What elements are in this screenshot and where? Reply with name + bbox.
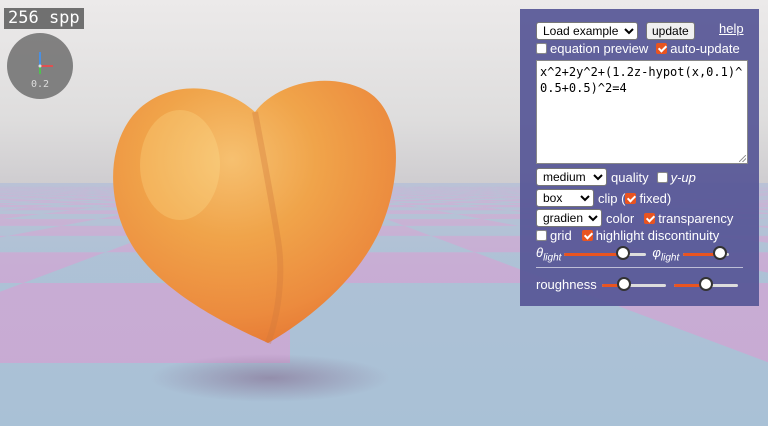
slider-thumb[interactable] xyxy=(713,246,728,261)
theta-light-label: θlight xyxy=(536,245,562,264)
load-example-select[interactable]: Load example... xyxy=(536,22,638,40)
color-select[interactable]: gradient xyxy=(536,209,602,227)
auto-update-label: auto-update xyxy=(670,41,740,56)
highlight-discontinuity-label: highlight discontinuity xyxy=(595,228,720,243)
clip-label-close: ) xyxy=(666,190,672,206)
auto-update-checkbox[interactable] xyxy=(656,43,668,54)
panel-divider xyxy=(536,267,743,268)
equation-preview-checkbox[interactable] xyxy=(536,43,547,54)
slider-thumb[interactable] xyxy=(698,276,713,291)
theta-light-slider[interactable] xyxy=(564,246,647,261)
slider-thumb[interactable] xyxy=(617,276,632,291)
equation-text: x^2+2y^2+(1.2z-hypot(x,0.1)^0.5+0.5)^2=4 xyxy=(540,65,743,95)
y-up-checkbox[interactable] xyxy=(656,171,668,183)
equation-preview-label: equation preview xyxy=(550,41,649,56)
gizmo-scale-label: 0.2 xyxy=(30,79,50,90)
help-link[interactable]: help xyxy=(719,21,744,36)
roughness-secondary-slider[interactable] xyxy=(673,276,738,292)
color-label: color xyxy=(606,210,635,226)
transparency-label: transparency xyxy=(658,210,734,226)
phi-light-label: φlight xyxy=(652,245,680,264)
axis-gizmo[interactable]: 0.2 xyxy=(7,33,73,99)
highlight-discontinuity-checkbox[interactable] xyxy=(581,230,593,241)
roughness-slider[interactable] xyxy=(601,276,666,292)
fixed-checkbox[interactable] xyxy=(625,192,637,204)
slider-thumb[interactable] xyxy=(616,246,631,261)
grid-checkbox[interactable] xyxy=(536,230,547,241)
equation-textarea[interactable]: x^2+2y^2+(1.2z-hypot(x,0.1)^0.5+0.5)^2=4 xyxy=(536,60,748,164)
resize-grip-icon[interactable] xyxy=(739,155,746,162)
quality-select[interactable]: medium xyxy=(536,168,607,186)
y-up-label: y-up xyxy=(670,169,696,185)
grid-label: grid xyxy=(550,228,572,243)
roughness-label: roughness xyxy=(536,277,597,292)
clip-select[interactable]: box xyxy=(536,189,594,207)
update-button[interactable]: update xyxy=(646,22,695,40)
clip-label: clip ( xyxy=(598,190,626,206)
transparency-checkbox[interactable] xyxy=(644,212,656,224)
control-panel: Load example... update help equation pre… xyxy=(520,9,759,306)
quality-label: quality xyxy=(611,169,649,185)
phi-light-slider[interactable] xyxy=(683,246,730,261)
samples-per-pixel-counter: 256 spp xyxy=(4,8,84,29)
fixed-label: fixed xyxy=(639,190,667,206)
